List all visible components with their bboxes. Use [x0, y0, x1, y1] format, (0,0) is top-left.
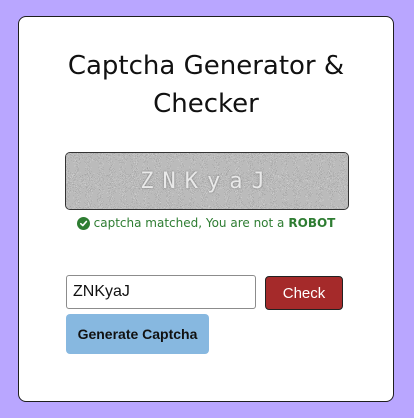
captcha-card: Captcha Generator & Checker ZNKyaJ captc…	[18, 16, 394, 402]
status-text: captcha matched, You are not a	[93, 216, 285, 230]
generate-captcha-button[interactable]: Generate Captcha	[66, 314, 209, 354]
captcha-text: ZNKyaJ	[140, 168, 274, 194]
captcha-input[interactable]	[66, 275, 256, 309]
status-message: captcha matched, You are not a ROBOT	[19, 216, 393, 230]
status-highlight: ROBOT	[288, 216, 336, 230]
check-circle-icon	[76, 216, 90, 230]
captcha-image: ZNKyaJ	[65, 152, 349, 210]
page-title: Captcha Generator & Checker	[67, 51, 345, 119]
check-button[interactable]: Check	[265, 276, 343, 310]
